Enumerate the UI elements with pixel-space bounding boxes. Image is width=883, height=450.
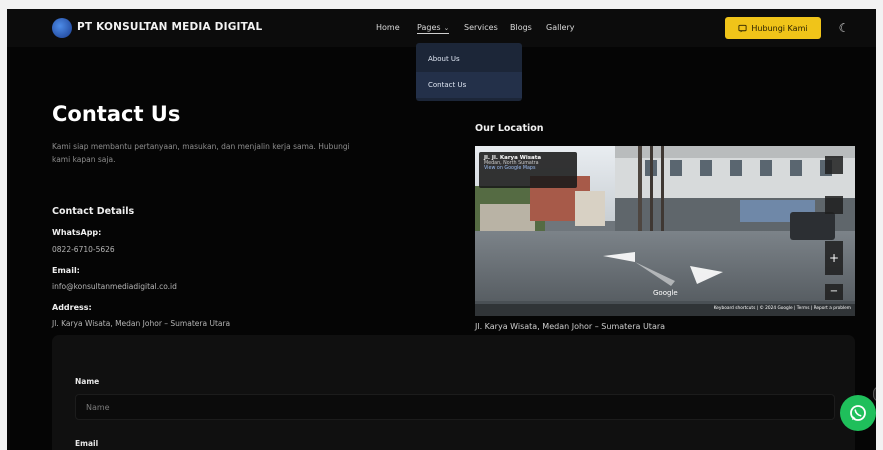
- whatsapp-icon: [850, 405, 866, 421]
- dropdown-item-about-us[interactable]: About Us: [416, 46, 522, 72]
- map-attribution[interactable]: Keyboard shortcuts | © 2024 Google | Ter…: [714, 306, 851, 311]
- google-watermark: Google: [653, 289, 678, 297]
- our-location-heading: Our Location: [475, 123, 544, 134]
- whatsapp-value[interactable]: 0822-6710-5626: [52, 245, 115, 254]
- company-logo[interactable]: [52, 18, 72, 38]
- map-address-caption: Jl. Karya Wisata, Medan Johor – Sumatera…: [475, 322, 666, 331]
- theme-toggle[interactable]: ☾: [835, 19, 853, 37]
- cta-label: Hubungi Kami: [751, 23, 808, 33]
- chat-icon: [738, 24, 747, 32]
- email-field-label: Email: [75, 439, 99, 448]
- dropdown-item-contact-us[interactable]: Contact Us: [416, 72, 522, 98]
- whatsapp-floating-button[interactable]: [840, 395, 876, 431]
- map-card-link[interactable]: View on Google Maps: [484, 166, 572, 171]
- whatsapp-label: WhatsApp:: [52, 228, 102, 237]
- contact-details-heading: Contact Details: [52, 206, 135, 217]
- address-label: Address:: [52, 303, 92, 312]
- chevron-down-icon: ⌄: [443, 24, 450, 32]
- nav-pages[interactable]: Pages ⌄: [417, 23, 450, 34]
- page-title: Contact Us: [52, 102, 181, 126]
- address-value: Jl. Karya Wisata, Medan Johor – Sumatera…: [52, 319, 231, 328]
- nav-pages-label: Pages: [417, 23, 441, 32]
- nav-gallery[interactable]: Gallery: [546, 23, 575, 32]
- nav-home[interactable]: Home: [376, 23, 400, 32]
- svg-text:−: −: [830, 286, 838, 297]
- page: PT KONSULTAN MEDIA DIGITAL Home Pages ⌄ S…: [7, 9, 876, 450]
- intro-text: Kami siap membantu pertanyaan, masukan, …: [52, 142, 350, 164]
- moon-icon: ☾: [838, 21, 850, 35]
- contact-us-cta-button[interactable]: Hubungi Kami: [725, 17, 821, 39]
- name-input[interactable]: [75, 394, 835, 420]
- email-value[interactable]: info@konsultanmediadigital.co.id: [52, 282, 177, 291]
- svg-text:+: +: [829, 251, 839, 265]
- pages-dropdown-menu: About Us Contact Us: [416, 43, 522, 101]
- street-view-map[interactable]: + − Jl. Jl. Karya Wisata Medan, North Su…: [475, 146, 855, 316]
- navbar: PT KONSULTAN MEDIA DIGITAL Home Pages ⌄ S…: [7, 9, 876, 47]
- nav-services[interactable]: Services: [464, 23, 498, 32]
- nav-blogs[interactable]: Blogs: [510, 23, 532, 32]
- brand-name[interactable]: PT KONSULTAN MEDIA DIGITAL: [77, 21, 262, 33]
- scroll-to-top-handle[interactable]: [873, 386, 876, 402]
- map-info-card[interactable]: Jl. Jl. Karya Wisata Medan, North Sumatr…: [479, 152, 577, 188]
- contact-form: [52, 335, 855, 450]
- email-label: Email:: [52, 266, 80, 275]
- name-field-label: Name: [75, 377, 100, 386]
